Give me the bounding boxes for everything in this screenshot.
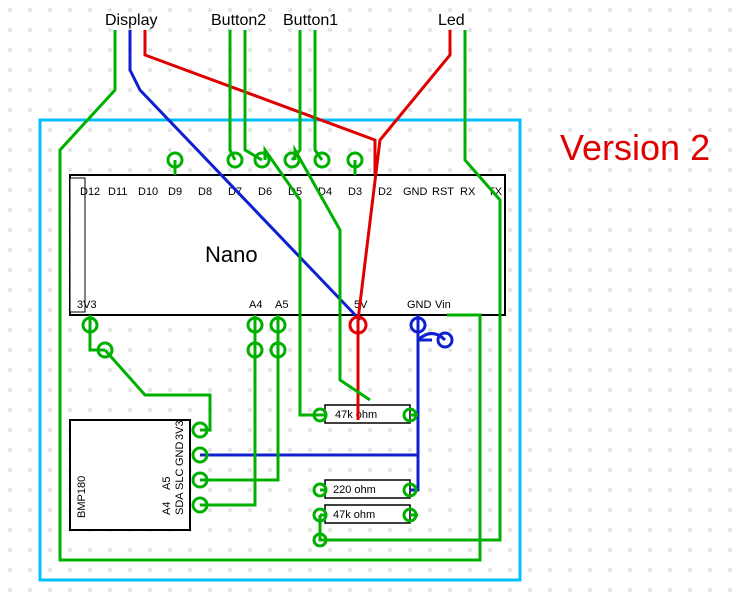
svg-text:D9: D9 bbox=[168, 186, 182, 198]
svg-text:D12: D12 bbox=[80, 186, 100, 198]
resistor-r2-label: 220 ohm bbox=[333, 484, 376, 496]
svg-text:SLC: SLC bbox=[174, 469, 186, 490]
svg-text:RST: RST bbox=[432, 186, 454, 198]
svg-text:GND: GND bbox=[403, 186, 428, 198]
svg-text:D6: D6 bbox=[258, 186, 272, 198]
svg-text:A4: A4 bbox=[161, 502, 173, 515]
svg-text:D11: D11 bbox=[108, 186, 127, 198]
label-button1: Button1 bbox=[283, 12, 338, 29]
svg-text:D3: D3 bbox=[348, 186, 362, 198]
nano-name: Nano bbox=[205, 242, 258, 267]
svg-text:3V3: 3V3 bbox=[174, 420, 186, 440]
bmp180-name: BMP180 bbox=[76, 476, 88, 518]
svg-text:D2: D2 bbox=[378, 186, 392, 198]
svg-text:D10: D10 bbox=[138, 186, 158, 198]
label-led: Led bbox=[438, 12, 465, 29]
resistor-r1-label: 47k ohm bbox=[335, 409, 377, 421]
svg-text:SDA: SDA bbox=[174, 492, 186, 515]
svg-text:RX: RX bbox=[460, 186, 476, 198]
resistor-r3-label: 47k ohm bbox=[333, 509, 375, 521]
svg-text:3V3: 3V3 bbox=[77, 299, 97, 311]
svg-text:GND: GND bbox=[407, 299, 432, 311]
svg-text:Vin: Vin bbox=[435, 299, 451, 311]
svg-text:D8: D8 bbox=[198, 186, 212, 198]
bmp180-module: BMP180 3V3 GND SLC SDA A5 A4 bbox=[70, 420, 190, 530]
svg-text:GND: GND bbox=[174, 442, 186, 467]
schematic-canvas: Display Button2 Button1 Led Version 2 Na… bbox=[0, 0, 737, 600]
label-button2: Button2 bbox=[211, 12, 266, 29]
svg-text:A5: A5 bbox=[161, 477, 173, 490]
svg-text:A5: A5 bbox=[275, 299, 288, 311]
svg-text:A4: A4 bbox=[249, 299, 262, 311]
version-title: Version 2 bbox=[560, 127, 710, 168]
label-display: Display bbox=[105, 12, 157, 29]
